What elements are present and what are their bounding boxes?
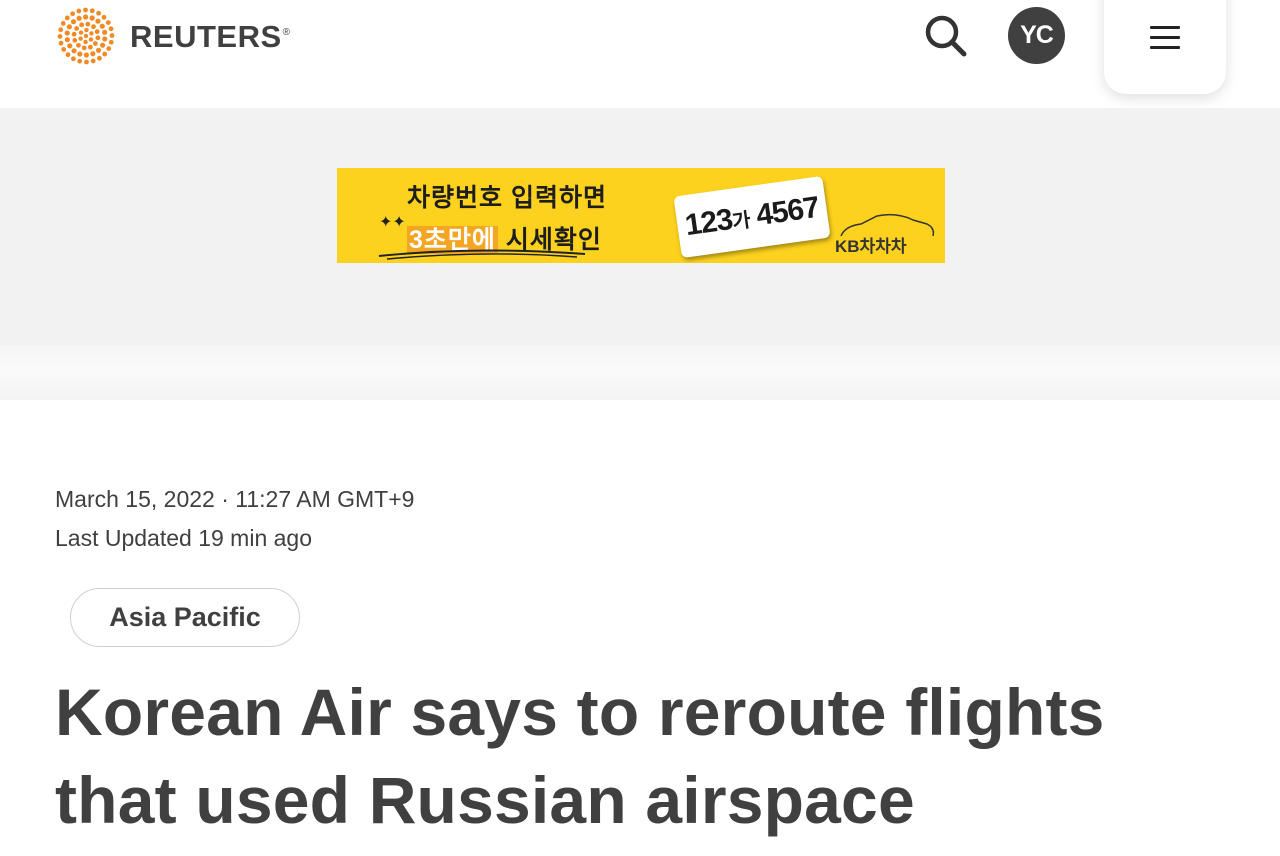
section-tag-label: Asia Pacific	[109, 602, 261, 632]
swoosh-decoration	[378, 249, 586, 260]
ad-divider	[0, 346, 1280, 400]
plate-number-end: 4567	[746, 190, 821, 234]
plate-number: 123	[683, 202, 735, 243]
hamburger-menu-icon	[1150, 26, 1180, 50]
article-headline: Korean Air says to reroute flights that …	[55, 675, 1105, 837]
last-updated: Last Updated 19 min ago	[55, 525, 313, 551]
user-avatar-button[interactable]: YC	[1008, 7, 1065, 64]
ad-banner[interactable]: 차량번호 입력하면 ✦✦ 3초만에 시세확인 123가 4567 KB차차차	[337, 168, 945, 263]
search-button[interactable]	[920, 10, 972, 62]
ad-brand: KB차차차	[835, 237, 907, 256]
avatar-initials: YC	[1020, 21, 1054, 49]
section-tag-button[interactable]: Asia Pacific	[70, 588, 300, 647]
publish-date: March 15, 2022 · 11:27 AM GMT+9	[55, 486, 415, 512]
menu-button[interactable]	[1104, 0, 1226, 94]
star-icon: ✦✦	[379, 214, 406, 231]
reuters-logo[interactable]: REUTERS®	[54, 6, 291, 66]
site-header: REUTERS® YC	[0, 0, 1280, 108]
registered-mark: ®	[282, 27, 291, 38]
brand-name: REUTERS	[130, 19, 282, 54]
license-plate: 123가 4567	[673, 175, 831, 259]
search-icon	[925, 15, 967, 57]
ad-headline: 차량번호 입력하면	[407, 184, 607, 212]
reuters-logo-icon	[57, 7, 115, 65]
advertisement-area: 차량번호 입력하면 ✦✦ 3초만에 시세확인 123가 4567 KB차차차	[0, 108, 1280, 346]
